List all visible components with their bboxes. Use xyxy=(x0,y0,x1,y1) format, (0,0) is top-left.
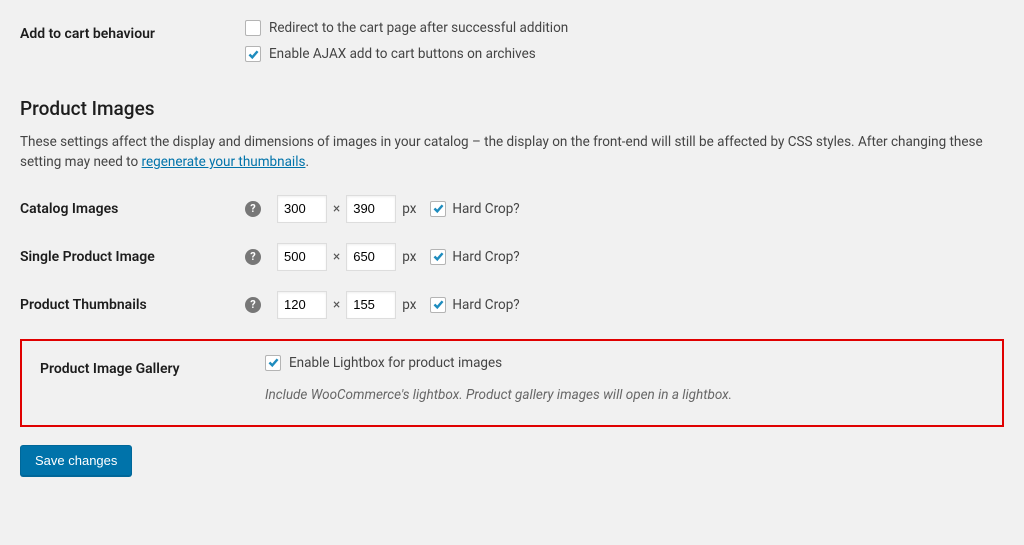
desc-end: . xyxy=(305,154,309,170)
save-button[interactable]: Save changes xyxy=(20,445,132,476)
single-height-input[interactable] xyxy=(346,243,396,271)
redirect-option: Redirect to the cart page after successf… xyxy=(245,20,1004,36)
single-width-input[interactable] xyxy=(277,243,327,271)
settings-form: Add to cart behaviour Redirect to the ca… xyxy=(20,20,1004,476)
ajax-option: Enable AJAX add to cart buttons on archi… xyxy=(245,46,1004,62)
gallery-enable-option: Enable Lightbox for product images xyxy=(265,355,996,371)
gallery-fields: Enable Lightbox for product images Inclu… xyxy=(265,355,996,403)
help-icon[interactable]: ? xyxy=(245,249,261,265)
times-icon: × xyxy=(333,201,340,217)
thumbs-height-input[interactable] xyxy=(346,291,396,319)
times-icon: × xyxy=(333,249,340,265)
gallery-checkbox[interactable] xyxy=(265,355,281,371)
single-product-fields: ? × px Hard Crop? xyxy=(245,243,1004,271)
gallery-row: Product Image Gallery Enable Lightbox fo… xyxy=(22,355,996,403)
thumbnails-label: Product Thumbnails xyxy=(20,291,245,313)
catalog-height-input[interactable] xyxy=(346,195,396,223)
px-label: px xyxy=(402,249,416,265)
help-icon[interactable]: ? xyxy=(245,201,261,217)
catalog-crop-checkbox[interactable] xyxy=(430,201,446,217)
thumbs-crop-checkbox[interactable] xyxy=(430,297,446,313)
gallery-desc: Include WooCommerce's lightbox. Product … xyxy=(265,387,996,403)
times-icon: × xyxy=(333,297,340,313)
catalog-images-row: Catalog Images ? × px Hard Crop? xyxy=(20,195,1004,223)
single-dim-line: ? × px Hard Crop? xyxy=(245,243,1004,271)
thumbs-width-input[interactable] xyxy=(277,291,327,319)
thumbs-dim-line: ? × px Hard Crop? xyxy=(245,291,1004,319)
single-crop-label: Hard Crop? xyxy=(452,249,519,265)
catalog-width-input[interactable] xyxy=(277,195,327,223)
thumbnails-row: Product Thumbnails ? × px Hard Crop? xyxy=(20,291,1004,319)
thumbs-crop-label: Hard Crop? xyxy=(452,297,519,313)
px-label: px xyxy=(402,297,416,313)
desc-mid: may need to xyxy=(61,154,141,170)
ajax-label-text: Enable AJAX add to cart buttons on archi… xyxy=(269,46,536,62)
gallery-enable-text: Enable Lightbox for product images xyxy=(289,355,502,371)
single-product-label: Single Product Image xyxy=(20,243,245,265)
catalog-crop-label: Hard Crop? xyxy=(452,201,519,217)
px-label: px xyxy=(402,201,416,217)
gallery-label: Product Image Gallery xyxy=(22,355,265,377)
ajax-checkbox[interactable] xyxy=(245,46,261,62)
add-to-cart-label: Add to cart behaviour xyxy=(20,20,245,42)
redirect-checkbox[interactable] xyxy=(245,20,261,36)
add-to-cart-fields: Redirect to the cart page after successf… xyxy=(245,20,1004,72)
catalog-dim-line: ? × px Hard Crop? xyxy=(245,195,1004,223)
single-crop-checkbox[interactable] xyxy=(430,249,446,265)
catalog-images-fields: ? × px Hard Crop? xyxy=(245,195,1004,223)
single-product-row: Single Product Image ? × px Hard Crop? xyxy=(20,243,1004,271)
catalog-images-label: Catalog Images xyxy=(20,195,245,217)
product-images-title: Product Images xyxy=(20,97,1004,120)
redirect-label-text: Redirect to the cart page after successf… xyxy=(269,20,568,36)
add-to-cart-row: Add to cart behaviour Redirect to the ca… xyxy=(20,20,1004,72)
regenerate-thumbnails-link[interactable]: regenerate your thumbnails xyxy=(142,154,306,170)
help-icon[interactable]: ? xyxy=(245,297,261,313)
gallery-highlight-box: Product Image Gallery Enable Lightbox fo… xyxy=(20,339,1004,427)
thumbnails-fields: ? × px Hard Crop? xyxy=(245,291,1004,319)
product-images-desc: These settings affect the display and di… xyxy=(20,132,1004,173)
